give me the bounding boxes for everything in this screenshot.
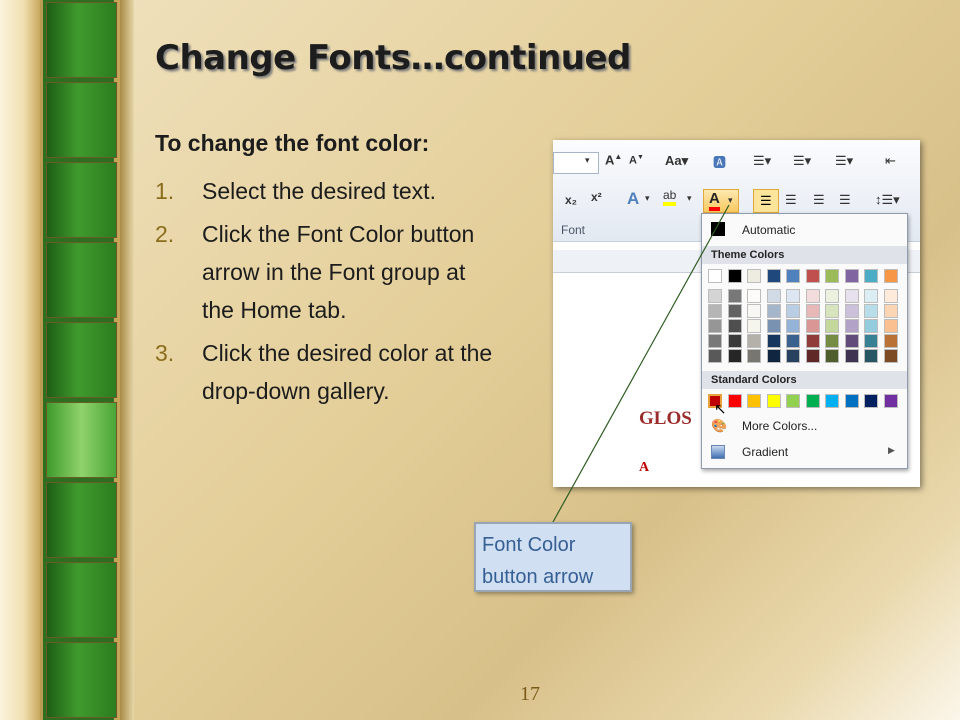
page-number: 17 — [520, 683, 540, 705]
callout-leader-line — [552, 204, 730, 523]
callout-line2: button arrow — [482, 566, 594, 588]
font-color-callout: Font Color button arrow — [474, 522, 632, 592]
callout-line1: Font Color — [482, 534, 576, 556]
